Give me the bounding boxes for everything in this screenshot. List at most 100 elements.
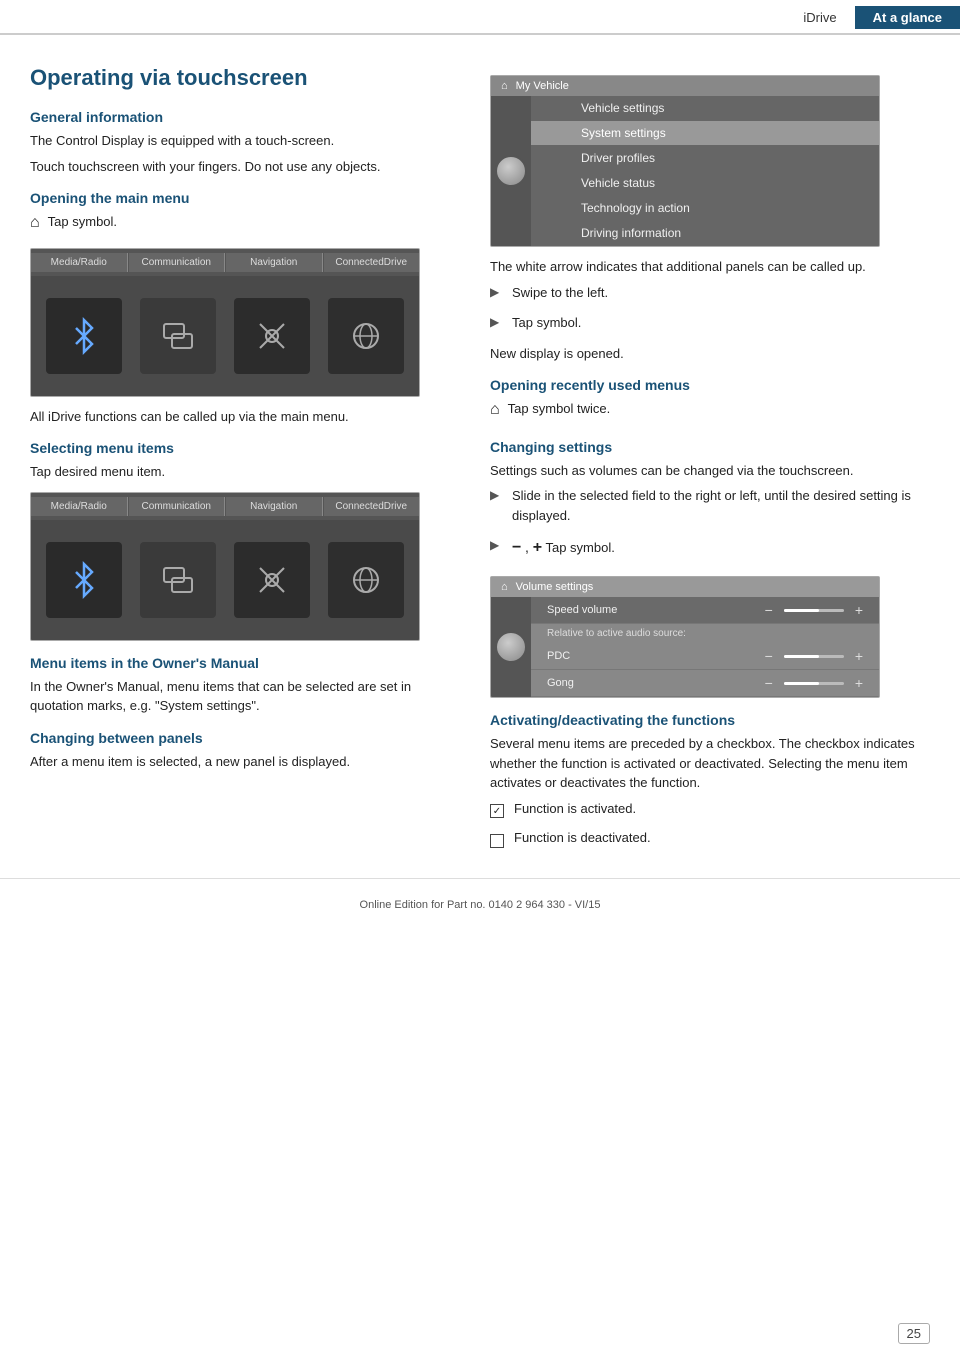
opening-main-menu-instruction-row: ⌂ Tap symbol.: [30, 212, 460, 238]
vol-slider-speed: [784, 609, 844, 612]
app-icon2-communication: [140, 542, 216, 618]
vol-label-pdc: PDC: [547, 650, 757, 662]
screen-mockup2-body: [31, 520, 419, 640]
general-info-para2: Touch touchscreen with your fingers. Do …: [30, 157, 460, 177]
my-vehicle-home-icon: ⌂: [501, 80, 508, 92]
tab-idrive[interactable]: iDrive: [785, 6, 854, 29]
menu-item-driver-profiles[interactable]: Driver profiles: [531, 146, 879, 171]
bullet-arrow2: ▶: [490, 315, 504, 329]
vol-row-gong: Gong − +: [531, 670, 879, 697]
menu-items-owners-para: In the Owner's Manual, menu items that c…: [30, 677, 460, 716]
vol-slider-fill-pdc: [784, 655, 819, 658]
my-vehicle-header: ⌂ My Vehicle: [491, 76, 879, 96]
opening-recently-instruction: Tap symbol twice.: [508, 399, 611, 419]
vol-row-speed: Speed volume − +: [531, 597, 879, 624]
comma-symbol: ,: [525, 539, 533, 555]
vol-controller-knob: [495, 631, 527, 663]
tap-symbol-text: Tap symbol.: [512, 313, 581, 333]
vol-minus3: −: [765, 675, 773, 691]
screen-mockup-tabs: Media/Radio Communication Navigation Con…: [31, 249, 419, 276]
vol-plus2: +: [855, 648, 863, 664]
section-changing-panels-heading: Changing between panels: [30, 730, 460, 746]
navigation-icon2: [252, 560, 292, 600]
changing-panels-para: After a menu item is selected, a new pan…: [30, 752, 460, 772]
page-number: 25: [898, 1323, 930, 1344]
vol-minus2: −: [765, 648, 773, 664]
tab-connected-drive: ConnectedDrive: [324, 253, 420, 272]
checkbox-checked-icon: ✓: [490, 804, 504, 818]
tab-navigation: Navigation: [226, 253, 323, 272]
vol-knob-panel: [491, 597, 531, 697]
minus-symbol: −: [512, 539, 521, 556]
bluetooth-icon: [64, 316, 104, 356]
main-menu-screen-mockup: Media/Radio Communication Navigation Con…: [30, 248, 420, 397]
connected-drive-icon: [346, 316, 386, 356]
page-header: iDrive At a glance: [0, 0, 960, 35]
tab2-media-radio: Media/Radio: [31, 497, 128, 516]
tab-at-a-glance[interactable]: At a glance: [855, 6, 960, 29]
header-tabs: iDrive At a glance: [785, 6, 960, 29]
menu-item-driving-information[interactable]: Driving information: [531, 221, 879, 246]
app-icon2-navigation: [234, 542, 310, 618]
section-selecting-menu-items-heading: Selecting menu items: [30, 440, 460, 456]
vol-minus1: −: [765, 602, 773, 618]
menu-item-vehicle-settings[interactable]: Vehicle settings: [531, 96, 879, 121]
page-footer: Online Edition for Part no. 0140 2 964 3…: [0, 878, 960, 919]
vol-slider-fill-gong: [784, 682, 819, 685]
communication-icon: [158, 316, 198, 356]
communication-icon2: [158, 560, 198, 600]
changing-settings-para: Settings such as volumes can be changed …: [490, 461, 930, 481]
general-info-para1: The Control Display is equipped with a t…: [30, 131, 460, 151]
bullet-arrow3: ▶: [490, 488, 504, 502]
tab-media-radio: Media/Radio: [31, 253, 128, 272]
tab2-navigation: Navigation: [226, 497, 323, 516]
slide-instruction-text: Slide in the selected field to the right…: [512, 486, 930, 525]
volume-settings-screen: ⌂ Volume settings Speed volume − +: [490, 576, 880, 698]
my-vehicle-menu-screen: ⌂ My Vehicle Vehicle settings System set…: [490, 75, 880, 247]
vol-slider-fill-speed: [784, 609, 819, 612]
app-icon-bluetooth: [46, 298, 122, 374]
minus-plus-label: − , + Tap symbol.: [512, 536, 615, 560]
right-column: ⌂ My Vehicle Vehicle settings System set…: [490, 65, 930, 858]
app-icon2-connected-drive: [328, 542, 404, 618]
vol-slider-gong: [784, 682, 844, 685]
app-icon-navigation: [234, 298, 310, 374]
menu-items-list: Vehicle settings System settings Driver …: [531, 96, 879, 246]
swipe-left-text: Swipe to the left.: [512, 283, 608, 303]
vol-plus3: +: [855, 675, 863, 691]
app-icon-connected-drive: [328, 298, 404, 374]
main-content: Operating via touchscreen General inform…: [0, 35, 960, 868]
vol-screen-header: ⌂ Volume settings: [491, 577, 879, 597]
vol-items: Speed volume − + Relative to active audi…: [531, 597, 879, 697]
page-title: Operating via touchscreen: [30, 65, 460, 91]
func-deactivated-label: Function is deactivated.: [514, 828, 651, 848]
checkbox-unchecked-icon: [490, 834, 504, 848]
func-activated-label: Function is activated.: [514, 799, 636, 819]
vol-row-pdc: PDC − +: [531, 643, 879, 670]
menu-item-vehicle-status[interactable]: Vehicle status: [531, 171, 879, 196]
connected-drive-icon2: [346, 560, 386, 600]
checkbox-deactivated-row: Function is deactivated.: [490, 828, 930, 854]
navigation-icon: [252, 316, 292, 356]
tap-symbol-label: Tap symbol.: [545, 540, 614, 555]
selecting-menu-screen-mockup: Media/Radio Communication Navigation Con…: [30, 492, 420, 641]
menu-item-technology-in-action[interactable]: Technology in action: [531, 196, 879, 221]
controller-knob: [495, 155, 527, 187]
tab2-communication: Communication: [129, 497, 226, 516]
my-vehicle-body: Vehicle settings System settings Driver …: [491, 96, 879, 246]
activating-para: Several menu items are preceded by a che…: [490, 734, 930, 793]
app-icon-communication: [140, 298, 216, 374]
vol-label-speed: Speed volume: [547, 604, 757, 616]
vol-home-icon: ⌂: [501, 581, 508, 593]
menu-knob-panel: [491, 96, 531, 246]
bullet-arrow4: ▶: [490, 538, 504, 552]
vol-screen-body: Speed volume − + Relative to active audi…: [491, 597, 879, 697]
menu-item-system-settings[interactable]: System settings: [531, 121, 879, 146]
screen-mockup-body: [31, 276, 419, 396]
new-display-opened: New display is opened.: [490, 344, 930, 364]
app-icon2-bluetooth: [46, 542, 122, 618]
section-opening-recently-heading: Opening recently used menus: [490, 377, 930, 393]
swipe-left-row: ▶ Swipe to the left.: [490, 283, 930, 309]
tab2-connected-drive: ConnectedDrive: [324, 497, 420, 516]
vol-plus1: +: [855, 602, 863, 618]
